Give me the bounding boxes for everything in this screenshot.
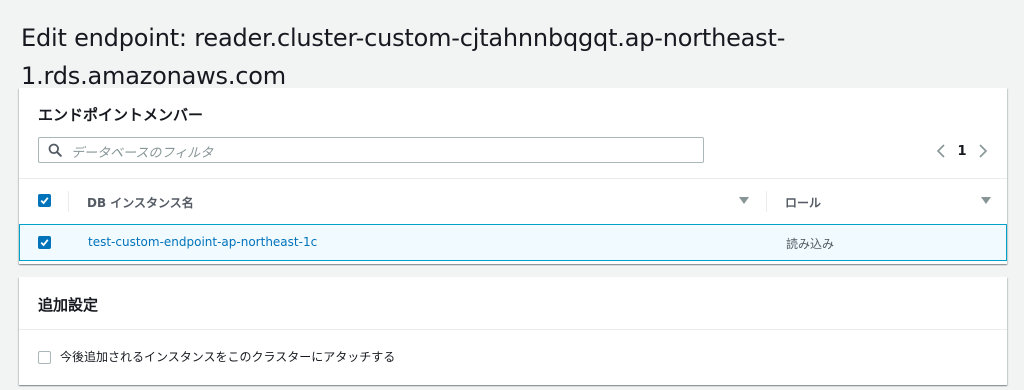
previous-page-button[interactable] xyxy=(931,141,951,161)
sort-caret-down-icon[interactable] xyxy=(981,197,991,205)
additional-settings-header: 追加設定 xyxy=(38,296,99,314)
database-filter-input[interactable]: データベースのフィルタ xyxy=(38,137,704,163)
endpoint-members-header: エンドポイントメンバー xyxy=(38,106,204,124)
pagination: 1 xyxy=(931,140,993,162)
db-instance-name-link[interactable]: test-custom-endpoint-ap-northeast-1c xyxy=(88,235,317,249)
row-select-checkbox[interactable] xyxy=(38,236,51,249)
endpoint-members-panel: エンドポイントメンバー データベースのフィルタ 1 DB インスタンス名 ロール… xyxy=(19,88,1007,264)
column-header-db-instance-name[interactable]: DB インスタンス名 xyxy=(87,194,194,211)
attach-future-instances-label[interactable]: 今後追加されるインスタンスをこのクラスターにアタッチする xyxy=(60,348,395,365)
select-all-checkbox[interactable] xyxy=(38,194,51,207)
attach-future-instances-checkbox[interactable] xyxy=(38,351,51,364)
sort-caret-down-icon[interactable] xyxy=(739,197,749,205)
checkmark-icon xyxy=(40,239,49,247)
chevron-right-icon xyxy=(979,144,988,158)
page-title: Edit endpoint: reader.cluster-custom-cjt… xyxy=(21,24,786,91)
checkmark-icon xyxy=(40,197,49,205)
search-placeholder: データベースのフィルタ xyxy=(71,146,214,161)
column-separator xyxy=(766,191,767,212)
column-separator xyxy=(68,191,69,212)
table-header-row: DB インスタンス名 ロール xyxy=(19,179,1007,224)
current-page-number[interactable]: 1 xyxy=(951,144,973,159)
chevron-left-icon xyxy=(936,144,945,158)
additional-settings-panel: 追加設定 今後追加されるインスタンスをこのクラスターにアタッチする xyxy=(19,277,1007,385)
role-value: 読み込み xyxy=(786,237,835,251)
column-header-role[interactable]: ロール xyxy=(785,194,821,211)
next-page-button[interactable] xyxy=(973,141,993,161)
table-row[interactable]: test-custom-endpoint-ap-northeast-1c 読み込… xyxy=(19,224,1007,261)
search-icon xyxy=(48,143,62,157)
settings-divider xyxy=(19,329,1007,330)
